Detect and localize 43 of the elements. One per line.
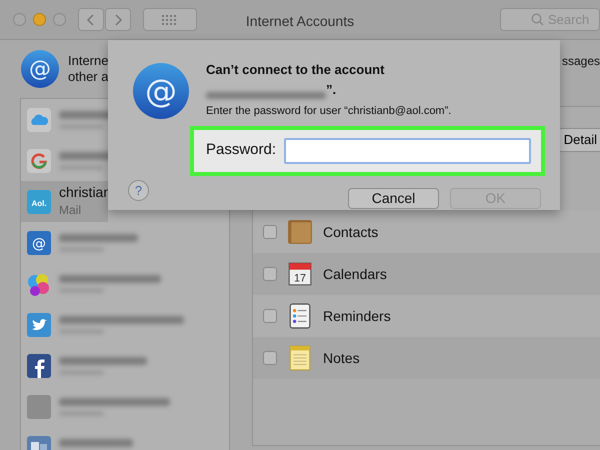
aol-logo-icon: Aol.	[27, 190, 51, 214]
minimize-button[interactable]	[33, 13, 46, 26]
dialog-button[interactable]: Cancel	[348, 188, 439, 208]
account-type: Mail	[59, 202, 82, 219]
dialog-title: Can’t connect to the account	[206, 61, 386, 79]
service-name: Reminders	[323, 306, 391, 326]
password-field[interactable]	[284, 138, 531, 164]
account-item[interactable]: @	[21, 222, 229, 263]
notepad-icon	[287, 345, 313, 371]
account-icon	[27, 394, 51, 418]
checkbox[interactable]	[263, 225, 277, 239]
bird-icon	[27, 312, 51, 336]
calendar-icon: 17	[287, 261, 313, 287]
service-name: Calendars	[323, 264, 387, 284]
password-label: Password:	[206, 140, 276, 160]
close-button[interactable]	[13, 13, 26, 26]
service-name: Contacts	[323, 222, 378, 242]
grid-icon	[162, 14, 178, 24]
facebook-icon	[27, 354, 51, 378]
dialog-title-end: ”.	[326, 80, 336, 98]
search-icon	[531, 13, 544, 26]
header-text: other a	[68, 69, 108, 86]
google-icon	[27, 148, 51, 172]
at-sign-icon: @	[27, 230, 51, 254]
zoom-button[interactable]	[53, 13, 66, 26]
show-all-button[interactable]	[143, 8, 197, 31]
header-text: ssages	[562, 53, 600, 70]
colored-bubbles-icon	[27, 272, 51, 296]
icloud-icon	[27, 108, 51, 132]
checkbox[interactable]	[263, 351, 277, 365]
contacts-book-icon	[287, 219, 313, 245]
service-name: Notes	[323, 348, 360, 368]
dialog-message: Enter the password for user “christianb@aol.com”.	[206, 104, 452, 119]
checklist-icon	[287, 303, 313, 329]
at-sign-icon: @	[20, 49, 60, 89]
help-button[interactable]: ?	[128, 180, 149, 201]
header-text: Interne	[68, 52, 108, 69]
at-sign-icon: @	[132, 62, 190, 120]
checkbox[interactable]	[263, 267, 277, 281]
window-title: Internet Accounts	[246, 13, 354, 29]
checkbox[interactable]	[263, 309, 277, 323]
back-button[interactable]	[78, 8, 104, 31]
forward-button[interactable]	[105, 8, 131, 31]
